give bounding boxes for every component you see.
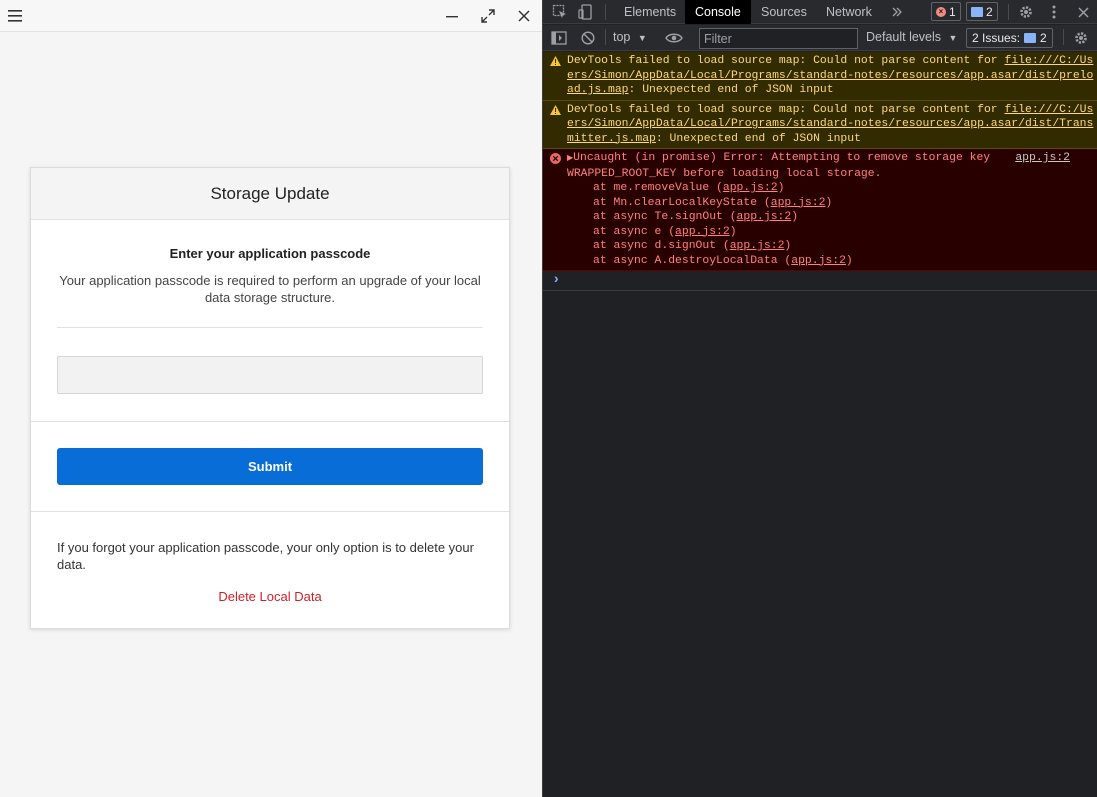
forgot-section: If you forgot your application passcode,… xyxy=(31,512,509,604)
stack-frame: at me.removeValue (app.js:2) xyxy=(593,182,785,194)
message-icon xyxy=(971,6,983,17)
message-count-badge[interactable]: 2 xyxy=(966,2,998,21)
warning-icon xyxy=(550,104,561,121)
hamburger-icon[interactable] xyxy=(3,4,27,28)
dialog-header: Storage Update xyxy=(31,168,509,220)
clear-console-icon[interactable] xyxy=(579,29,597,47)
console-messages: DevTools failed to load source map: Coul… xyxy=(543,52,1097,291)
warning-suffix: : Unexpected end of JSON input xyxy=(655,132,861,145)
tab-console[interactable]: Console xyxy=(685,0,751,24)
stack-frame-text: at async A.destroyLocalData ( xyxy=(593,254,792,267)
stack-frame-text: at async e ( xyxy=(593,225,676,238)
console-toolbar: top ▼ Default levels ▼ 2 Issues: 2 xyxy=(543,25,1097,51)
console-warning-row: DevTools failed to load source map: Coul… xyxy=(543,52,1097,101)
error-count-badge[interactable]: × 1 xyxy=(931,2,961,21)
stack-frame-text: at async d.signOut ( xyxy=(593,240,730,252)
double-chevron-icon[interactable] xyxy=(888,3,906,21)
stack-frame: at async d.signOut (app.js:2) xyxy=(593,240,792,252)
minimize-icon[interactable] xyxy=(440,4,464,28)
warning-suffix: : Unexpected end of JSON input xyxy=(628,84,834,96)
stack-frame-link[interactable]: app.js:2 xyxy=(675,226,730,238)
error-message: Uncaught (in promise) Error: Attempting … xyxy=(567,152,991,180)
context-label: top xyxy=(613,30,631,44)
stack-frame: at async A.destroyLocalData (app.js:2) xyxy=(593,254,853,267)
console-settings-gear-icon[interactable] xyxy=(1072,29,1090,47)
warning-icon xyxy=(550,56,561,72)
passcode-description: Your application passcode is required to… xyxy=(59,273,481,305)
app-window: Storage Update Enter your application pa… xyxy=(0,0,542,797)
submit-button[interactable]: Submit xyxy=(57,448,483,485)
stack-trace: at me.removeValue (app.js:2) at Mn.clear… xyxy=(567,181,1094,268)
filter-input[interactable] xyxy=(699,28,858,49)
app-title-bar xyxy=(0,0,542,32)
chevron-down-icon: ▼ xyxy=(948,33,958,43)
error-source-link[interactable]: app.js:2 xyxy=(1015,151,1070,166)
tab-network[interactable]: Network xyxy=(816,0,882,24)
stack-frame-link[interactable]: app.js:2 xyxy=(730,240,785,252)
storage-update-dialog: Storage Update Enter your application pa… xyxy=(30,167,510,629)
separator xyxy=(1008,4,1009,20)
stack-frame-link[interactable]: app.js:2 xyxy=(791,255,846,267)
stack-frame-text: at Mn.clearLocalKeyState ( xyxy=(593,196,771,209)
warning-text: DevTools failed to load source map: Coul… xyxy=(567,103,1005,116)
console-warning-row: DevTools failed to load source map: Coul… xyxy=(543,100,1097,149)
settings-gear-icon[interactable] xyxy=(1017,3,1035,21)
console-prompt[interactable]: › xyxy=(543,271,1097,291)
maximize-icon[interactable] xyxy=(476,4,500,28)
error-count: 1 xyxy=(949,4,956,19)
message-count: 2 xyxy=(986,4,993,19)
dialog-title: Storage Update xyxy=(210,183,330,203)
error-icon xyxy=(550,153,561,170)
separator xyxy=(605,4,606,20)
log-levels-label: Default levels xyxy=(866,30,942,44)
error-icon: × xyxy=(936,6,946,17)
stack-frame-text: at async Te.signOut ( xyxy=(593,211,737,223)
forgot-passcode-text: If you forgot your application passcode,… xyxy=(57,540,474,572)
delete-local-data-link[interactable]: Delete Local Data xyxy=(57,589,483,604)
separator xyxy=(605,29,606,45)
devtools-tab-bar: Elements Console Sources Network × 1 2 xyxy=(543,0,1097,24)
divider xyxy=(57,327,483,328)
eye-icon[interactable] xyxy=(665,29,683,47)
issues-label: 2 Issues: xyxy=(972,31,1021,45)
separator xyxy=(1063,29,1064,45)
issues-icon xyxy=(1024,33,1037,43)
passcode-section: Enter your application passcode Your app… xyxy=(31,220,509,422)
context-selector[interactable]: top ▼ xyxy=(613,30,647,48)
close-icon[interactable] xyxy=(512,4,536,28)
stack-frame-text: at me.removeValue ( xyxy=(593,182,723,194)
inspect-element-icon[interactable] xyxy=(551,3,569,21)
stack-frame: at Mn.clearLocalKeyState (app.js:2) xyxy=(593,196,833,209)
tab-elements[interactable]: Elements xyxy=(614,0,686,24)
prompt-chevron-icon: › xyxy=(552,272,561,288)
console-error-row: app.js:2 ▶Uncaught (in promise) Error: A… xyxy=(543,149,1097,271)
devtools-panel: Elements Console Sources Network × 1 2 t… xyxy=(542,0,1097,797)
close-devtools-icon[interactable] xyxy=(1074,3,1092,21)
issues-button[interactable]: 2 Issues: 2 xyxy=(966,28,1053,48)
warning-text: DevTools failed to load source map: Coul… xyxy=(567,55,1005,67)
device-toolbar-icon[interactable] xyxy=(577,3,595,21)
stack-frame: at async Te.signOut (app.js:2) xyxy=(593,211,799,223)
chevron-down-icon: ▼ xyxy=(637,33,647,43)
sidebar-toggle-icon[interactable] xyxy=(550,29,568,47)
stack-frame: at async e (app.js:2) xyxy=(593,225,737,238)
passcode-input[interactable] xyxy=(57,356,483,394)
log-levels-dropdown[interactable]: Default levels ▼ xyxy=(866,30,957,44)
tab-sources[interactable]: Sources xyxy=(751,0,817,24)
stack-frame-link[interactable]: app.js:2 xyxy=(723,182,778,194)
submit-section: Submit xyxy=(31,422,509,512)
issues-count: 2 xyxy=(1040,31,1047,45)
stack-frame-link[interactable]: app.js:2 xyxy=(771,197,826,209)
more-options-icon[interactable] xyxy=(1045,3,1063,21)
stack-frame-link[interactable]: app.js:2 xyxy=(737,211,792,223)
passcode-heading: Enter your application passcode xyxy=(169,246,371,261)
